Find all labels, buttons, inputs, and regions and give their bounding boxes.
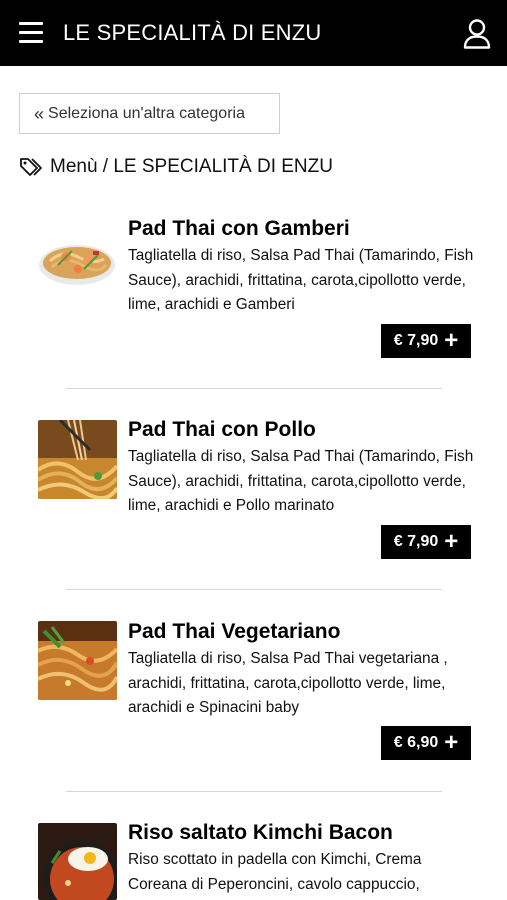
dish-description: Tagliatella di riso, Salsa Pad Thai (Tam… <box>128 247 474 314</box>
price-label: € 7,90 <box>393 332 439 349</box>
dish-name: Riso saltato Kimchi Bacon <box>128 821 393 844</box>
tag-icon <box>20 158 42 176</box>
price-label: € 6,90 <box>393 734 439 751</box>
dish-description: Tagliatella di riso, Salsa Pad Thai vege… <box>128 650 448 717</box>
divider <box>66 589 442 590</box>
add-to-cart-button[interactable]: € 7,90 + <box>381 525 471 559</box>
price-label: € 7,90 <box>393 533 439 550</box>
top-app-bar: LE SPECIALITÀ DI ENZU <box>0 0 507 66</box>
select-category-label: Seleziona un'altra categoria <box>48 104 245 122</box>
breadcrumb: Menù / LE SPECIALITÀ DI ENZU <box>19 154 333 180</box>
hamburger-menu-icon[interactable] <box>19 22 43 44</box>
plus-icon: + <box>444 729 459 756</box>
add-to-cart-button[interactable]: € 7,90 + <box>381 324 471 358</box>
dish-image <box>38 621 117 700</box>
divider <box>66 791 442 792</box>
select-category-button[interactable]: « Seleziona un'altra categoria <box>19 93 280 134</box>
app-title: LE SPECIALITÀ DI ENZU <box>63 20 322 45</box>
dish-description: Tagliatella di riso, Salsa Pad Thai (Tam… <box>128 448 474 515</box>
breadcrumb-text: Menù / LE SPECIALITÀ DI ENZU <box>50 156 333 177</box>
add-to-cart-button[interactable]: € 6,90 + <box>381 726 471 760</box>
divider <box>66 388 442 389</box>
plus-icon: + <box>444 528 459 555</box>
plus-icon: + <box>444 327 459 354</box>
double-chevron-left-icon: « <box>34 103 45 124</box>
dish-image <box>38 823 117 900</box>
user-icon[interactable] <box>462 18 492 50</box>
dish-name: Pad Thai con Pollo <box>128 418 316 441</box>
dish-description: Riso scottato in padella con Kimchi, Cre… <box>128 851 422 893</box>
dish-name: Pad Thai con Gamberi <box>128 217 350 240</box>
dish-name: Pad Thai Vegetariano <box>128 620 341 643</box>
dish-image <box>38 420 117 499</box>
dish-image <box>38 221 117 300</box>
